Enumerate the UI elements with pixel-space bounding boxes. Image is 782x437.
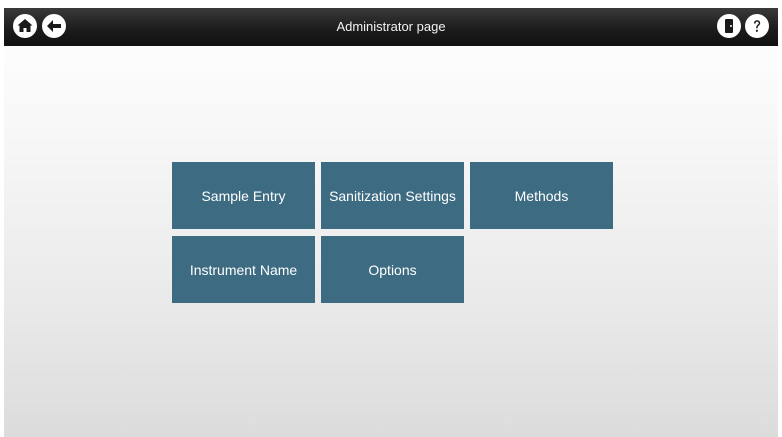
sanitization-settings-button[interactable]: Sanitization Settings xyxy=(321,162,464,229)
home-button[interactable] xyxy=(13,14,37,38)
page-title: Administrator page xyxy=(336,19,446,34)
back-arrow-icon xyxy=(47,20,61,32)
help-icon xyxy=(754,20,761,32)
logout-button[interactable] xyxy=(717,14,741,38)
screen: Administrator page Sample Entry Sanitiza… xyxy=(4,8,778,437)
top-bar: Administrator page xyxy=(4,8,778,46)
sanitization-settings-label: Sanitization Settings xyxy=(329,187,456,204)
home-icon xyxy=(17,19,33,32)
methods-label: Methods xyxy=(514,187,569,204)
instrument-name-button[interactable]: Instrument Name xyxy=(172,236,315,303)
logout-door-icon xyxy=(725,19,733,33)
methods-button[interactable]: Methods xyxy=(470,162,613,229)
options-label: Options xyxy=(368,261,417,278)
back-button[interactable] xyxy=(42,14,66,38)
options-button[interactable]: Options xyxy=(321,236,464,303)
help-button[interactable] xyxy=(745,14,769,38)
sample-entry-label: Sample Entry xyxy=(201,187,286,204)
instrument-name-label: Instrument Name xyxy=(189,261,298,278)
sample-entry-button[interactable]: Sample Entry xyxy=(172,162,315,229)
